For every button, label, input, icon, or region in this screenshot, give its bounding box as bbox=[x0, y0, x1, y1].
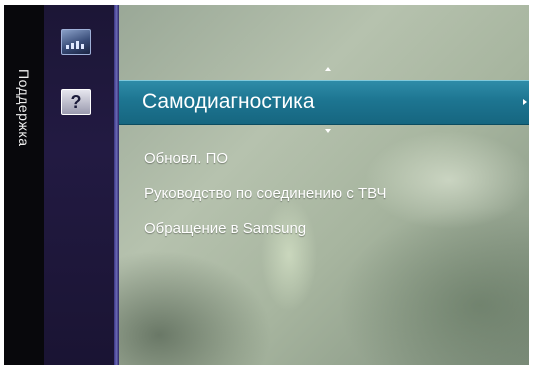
submenu-arrow-icon bbox=[523, 99, 527, 105]
menu-item-contact-samsung[interactable]: Обращение в Samsung bbox=[144, 220, 306, 237]
menu-item-software-update[interactable]: Обновл. ПО bbox=[144, 150, 228, 167]
tv-menu-screen: Поддержка ? Самодиагностика Обновл. ПО Р… bbox=[4, 5, 529, 365]
selected-item-label: Самодиагностика bbox=[142, 90, 315, 113]
category-tab-label: Поддержка bbox=[16, 69, 32, 147]
icon-bar: ? bbox=[44, 5, 114, 365]
support-icon[interactable]: ? bbox=[61, 89, 91, 115]
scroll-up-icon[interactable] bbox=[325, 67, 331, 71]
menu-item-hd-connection-guide[interactable]: Руководство по соединению с ТВЧ bbox=[144, 185, 386, 202]
menu-item-self-diagnosis[interactable]: Самодиагностика bbox=[119, 80, 529, 125]
picture-icon[interactable] bbox=[61, 29, 91, 55]
picture-icon-bars bbox=[66, 41, 86, 49]
menu-panel: Самодиагностика Обновл. ПО Руководство п… bbox=[119, 5, 529, 365]
category-tab[interactable]: Поддержка bbox=[4, 5, 44, 365]
scroll-down-icon[interactable] bbox=[325, 129, 331, 133]
